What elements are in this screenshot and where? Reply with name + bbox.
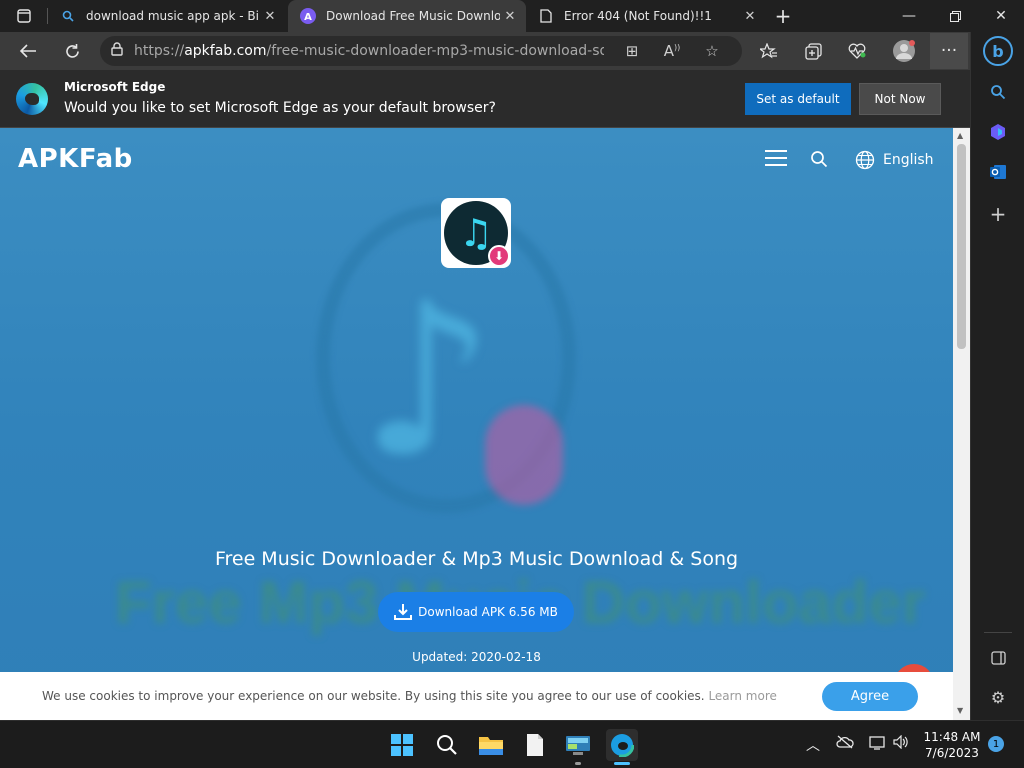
cookie-banner: We use cookies to improve your experienc… [0,672,953,720]
page-icon [538,8,554,24]
tab-strip: download music app apk - Bing ✕ A Downlo… [0,0,1024,32]
tab-actions-icon[interactable] [9,1,39,31]
browser-essentials-icon[interactable] [842,36,872,66]
control-panel-icon[interactable] [562,729,594,761]
notification-badge[interactable]: 1 [988,736,1004,752]
restore-icon[interactable] [932,0,978,32]
address-bar[interactable]: https://apkfab.com/free-music-downloader… [100,36,742,66]
app-title: Free Music Downloader & Mp3 Music Downlo… [214,548,739,570]
edge-logo-icon [16,83,48,115]
hide-sidebar-icon[interactable] [984,644,1012,672]
infobar-message: Would you like to set Microsoft Edge as … [64,100,496,116]
download-label: Download APK 6.56 MB [418,605,558,619]
tab-title: download music app apk - Bing [86,9,260,23]
favorite-star-icon[interactable]: ☆ [698,42,726,60]
background-music-note-icon: ♪ [360,258,495,503]
sidebar-divider [984,632,1012,633]
settings-more-icon[interactable]: ··· [930,33,968,69]
notepad-icon[interactable] [519,729,551,761]
music-note-icon: ♫ ⬇ [444,201,510,267]
app-available-icon[interactable]: ⊞ [618,42,646,60]
tab-title: Download Free Music Downloader [326,9,500,23]
hamburger-menu-icon[interactable] [765,150,787,168]
download-badge-icon: ⬇ [488,245,510,267]
cookie-message: We use cookies to improve your experienc… [42,689,777,703]
refresh-icon[interactable] [57,36,87,66]
active-indicator [614,762,630,765]
apkfab-logo[interactable]: APKFab [18,144,133,174]
show-hidden-icons-chevron-icon[interactable]: ︿ [806,735,820,755]
apkfab-icon: A [300,8,316,24]
scroll-thumb[interactable] [957,144,966,349]
back-icon[interactable] [13,36,43,66]
updated-date: Updated: 2020-02-18 [412,650,541,664]
new-tab-icon[interactable]: + [768,1,798,31]
close-icon[interactable]: ✕ [260,6,280,26]
agree-button[interactable]: Agree [822,682,918,711]
language-selector[interactable]: English [855,150,934,170]
lock-icon[interactable] [100,42,134,60]
minimize-icon[interactable]: — [886,0,932,32]
scroll-up-icon[interactable]: ▲ [957,131,963,140]
volume-icon[interactable] [893,734,909,753]
browser-toolbar: https://apkfab.com/free-music-downloader… [0,32,970,70]
collections-icon[interactable] [798,36,828,66]
tab-error-404[interactable]: Error 404 (Not Found)!!1 ✕ [526,0,766,32]
scroll-down-icon[interactable]: ▼ [957,706,963,715]
add-icon[interactable]: + [984,200,1012,228]
set-as-default-button[interactable]: Set as default [745,83,851,115]
bing-copilot-icon[interactable]: b [983,36,1013,66]
not-now-button[interactable]: Not Now [859,83,941,115]
running-indicator [575,762,581,765]
tab-bing-search[interactable]: download music app apk - Bing ✕ [48,0,286,32]
window-close-icon[interactable]: ✕ [978,0,1024,32]
default-browser-infobar: Microsoft Edge Would you like to set Mic… [0,70,970,128]
tab-apkfab[interactable]: A Download Free Music Downloader ✕ [288,0,526,32]
site-search-icon[interactable] [810,150,830,170]
language-label: English [883,152,934,168]
windows-taskbar: ︿ 11:48 AM 7/6/2023 1 [0,720,1024,768]
apkfab-page: ♪ Free Mp3 Music Downloader APKFab Engli… [0,128,953,720]
network-icon[interactable] [869,735,887,755]
onedrive-offline-icon[interactable] [836,735,854,753]
download-icon [394,604,413,620]
windows-start-icon[interactable] [386,729,418,761]
close-icon[interactable]: ✕ [500,6,520,26]
search-icon [60,8,76,24]
infobar-title: Microsoft Edge [64,80,166,94]
clock-date[interactable]: 7/6/2023 [920,746,984,760]
edge-taskbar-icon[interactable] [606,729,638,761]
file-explorer-icon[interactable] [475,729,507,761]
svg-text:A: A [304,12,312,23]
tab-title: Error 404 (Not Found)!!1 [564,9,712,23]
clock-time[interactable]: 11:48 AM [920,730,984,744]
globe-icon [855,150,875,170]
app-icon: ♫ ⬇ [441,198,511,268]
url-text: https://apkfab.com/free-music-downloader… [134,43,604,59]
copilot-icon[interactable] [984,118,1012,146]
sidebar-settings-icon[interactable]: ⚙ [984,683,1012,711]
edge-sidebar: b + ⚙ [970,32,1024,720]
close-icon[interactable]: ✕ [740,6,760,26]
search-icon[interactable] [984,78,1012,106]
learn-more-link[interactable]: Learn more [708,689,776,703]
background-download-badge [485,405,563,505]
outlook-icon[interactable] [984,158,1012,186]
profile-avatar[interactable] [889,36,919,66]
favorites-icon[interactable] [754,36,784,66]
page-scrollbar[interactable]: ▲ ▼ [953,128,970,720]
read-aloud-icon[interactable]: A)) [658,42,686,60]
taskbar-search-icon[interactable] [431,729,463,761]
download-apk-button[interactable]: Download APK 6.56 MB [378,592,574,632]
